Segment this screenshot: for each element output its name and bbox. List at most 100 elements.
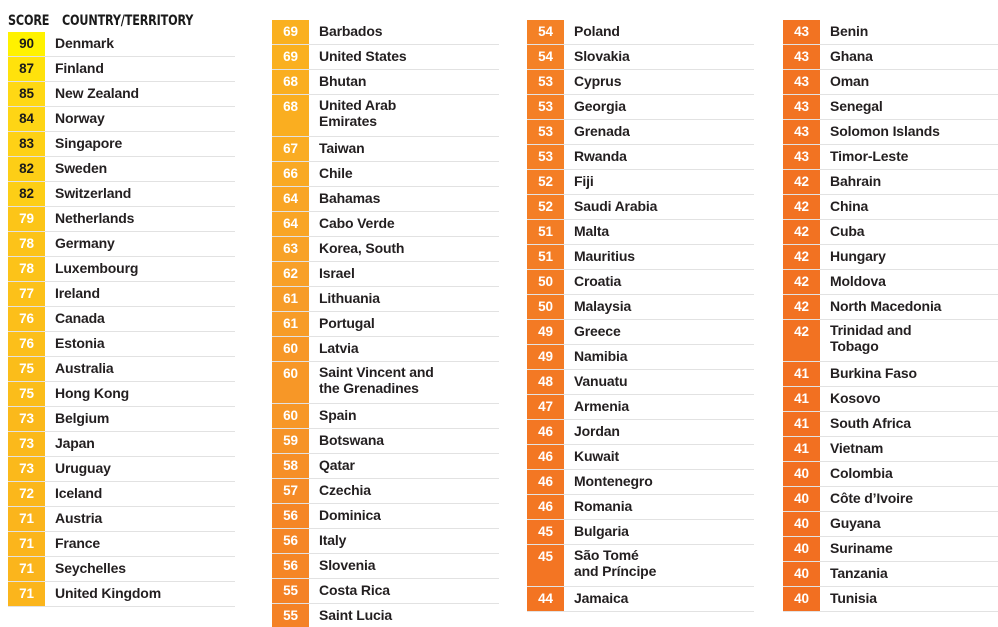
table-row[interactable]: 49 Greece [527,320,754,345]
table-row[interactable]: 58 Qatar [272,454,499,479]
table-row[interactable]: 43 Oman [783,70,998,95]
table-row[interactable]: 51 Malta [527,220,754,245]
table-row[interactable]: 42 China [783,195,998,220]
table-row[interactable]: 61 Portugal [272,312,499,337]
table-row[interactable]: 57 Czechia [272,479,499,504]
table-row[interactable]: 46 Jordan [527,420,754,445]
table-row[interactable]: 62 Israel [272,262,499,287]
table-row[interactable]: 43 Timor-Leste [783,145,998,170]
table-row[interactable]: 60 Latvia [272,337,499,362]
table-row[interactable]: 85 New Zealand [8,82,235,107]
table-row[interactable]: 43 Ghana [783,45,998,70]
table-row[interactable]: 76 Canada [8,307,235,332]
table-row[interactable]: 84 Norway [8,107,235,132]
table-row[interactable]: 82 Sweden [8,157,235,182]
score-cell: 40 [783,537,820,561]
table-row[interactable]: 72 Iceland [8,482,235,507]
country-name-cell: Moldova [830,273,886,290]
table-row[interactable]: 54 Poland [527,20,754,45]
table-row[interactable]: 56 Slovenia [272,554,499,579]
table-row[interactable]: 52 Fiji [527,170,754,195]
table-row[interactable]: 45 São Tomé and Príncipe [527,545,754,587]
table-row[interactable]: 63 Korea, South [272,237,499,262]
table-row[interactable]: 46 Kuwait [527,445,754,470]
table-row[interactable]: 73 Belgium [8,407,235,432]
table-row[interactable]: 42 Trinidad and Tobago [783,320,998,362]
table-row[interactable]: 40 Côte d’Ivoire [783,487,998,512]
table-row[interactable]: 43 Benin [783,20,998,45]
country-name-cell: Trinidad and Tobago [830,322,912,354]
table-row[interactable]: 50 Malaysia [527,295,754,320]
table-row[interactable]: 41 Kosovo [783,387,998,412]
table-row[interactable]: 54 Slovakia [527,45,754,70]
table-row[interactable]: 69 Barbados [272,20,499,45]
table-row[interactable]: 48 Vanuatu [527,370,754,395]
table-row[interactable]: 60 Saint Vincent and the Grenadines [272,362,499,404]
country-name-cell: Estonia [55,335,105,352]
table-row[interactable]: 45 Bulgaria [527,520,754,545]
table-row[interactable]: 53 Grenada [527,120,754,145]
table-row[interactable]: 71 United Kingdom [8,582,235,607]
table-row[interactable]: 41 Vietnam [783,437,998,462]
table-row[interactable]: 71 Austria [8,507,235,532]
table-row[interactable]: 53 Georgia [527,95,754,120]
table-row[interactable]: 53 Cyprus [527,70,754,95]
table-row[interactable]: 68 Bhutan [272,70,499,95]
table-row[interactable]: 42 Bahrain [783,170,998,195]
table-row[interactable]: 90 Denmark [8,32,235,57]
table-row[interactable]: 40 Suriname [783,537,998,562]
table-row[interactable]: 53 Rwanda [527,145,754,170]
table-row[interactable]: 43 Senegal [783,95,998,120]
table-row[interactable]: 42 Hungary [783,245,998,270]
table-row[interactable]: 43 Solomon Islands [783,120,998,145]
score-cell: 61 [272,312,309,336]
table-row[interactable]: 40 Tanzania [783,562,998,587]
table-row[interactable]: 87 Finland [8,57,235,82]
table-row[interactable]: 76 Estonia [8,332,235,357]
table-row[interactable]: 71 Seychelles [8,557,235,582]
table-row[interactable]: 73 Uruguay [8,457,235,482]
table-row[interactable]: 41 Burkina Faso [783,362,998,387]
country-name-cell: Czechia [319,482,371,499]
table-row[interactable]: 71 France [8,532,235,557]
table-row[interactable]: 75 Hong Kong [8,382,235,407]
table-row[interactable]: 42 Cuba [783,220,998,245]
table-row[interactable]: 52 Saudi Arabia [527,195,754,220]
table-row[interactable]: 56 Dominica [272,504,499,529]
table-row[interactable]: 82 Switzerland [8,182,235,207]
table-row[interactable]: 42 Moldova [783,270,998,295]
table-row[interactable]: 67 Taiwan [272,137,499,162]
table-row[interactable]: 73 Japan [8,432,235,457]
table-row[interactable]: 83 Singapore [8,132,235,157]
score-cell: 53 [527,70,564,94]
table-row[interactable]: 41 South Africa [783,412,998,437]
table-row[interactable]: 59 Botswana [272,429,499,454]
country-name-cell: North Macedonia [830,298,942,315]
table-row[interactable]: 44 Jamaica [527,587,754,612]
table-row[interactable]: 61 Lithuania [272,287,499,312]
table-row[interactable]: 66 Chile [272,162,499,187]
table-row[interactable]: 64 Bahamas [272,187,499,212]
table-row[interactable]: 64 Cabo Verde [272,212,499,237]
table-row[interactable]: 77 Ireland [8,282,235,307]
table-row[interactable]: 40 Tunisia [783,587,998,612]
table-row[interactable]: 78 Luxembourg [8,257,235,282]
table-row[interactable]: 42 North Macedonia [783,295,998,320]
table-row[interactable]: 56 Italy [272,529,499,554]
table-row[interactable]: 79 Netherlands [8,207,235,232]
table-row[interactable]: 51 Mauritius [527,245,754,270]
table-row[interactable]: 46 Romania [527,495,754,520]
table-row[interactable]: 75 Australia [8,357,235,382]
table-row[interactable]: 47 Armenia [527,395,754,420]
table-row[interactable]: 55 Saint Lucia [272,604,499,627]
table-row[interactable]: 55 Costa Rica [272,579,499,604]
table-row[interactable]: 40 Colombia [783,462,998,487]
table-row[interactable]: 68 United Arab Emirates [272,95,499,137]
table-row[interactable]: 69 United States [272,45,499,70]
table-row[interactable]: 46 Montenegro [527,470,754,495]
table-row[interactable]: 78 Germany [8,232,235,257]
table-row[interactable]: 60 Spain [272,404,499,429]
table-row[interactable]: 50 Croatia [527,270,754,295]
table-row[interactable]: 49 Namibia [527,345,754,370]
table-row[interactable]: 40 Guyana [783,512,998,537]
